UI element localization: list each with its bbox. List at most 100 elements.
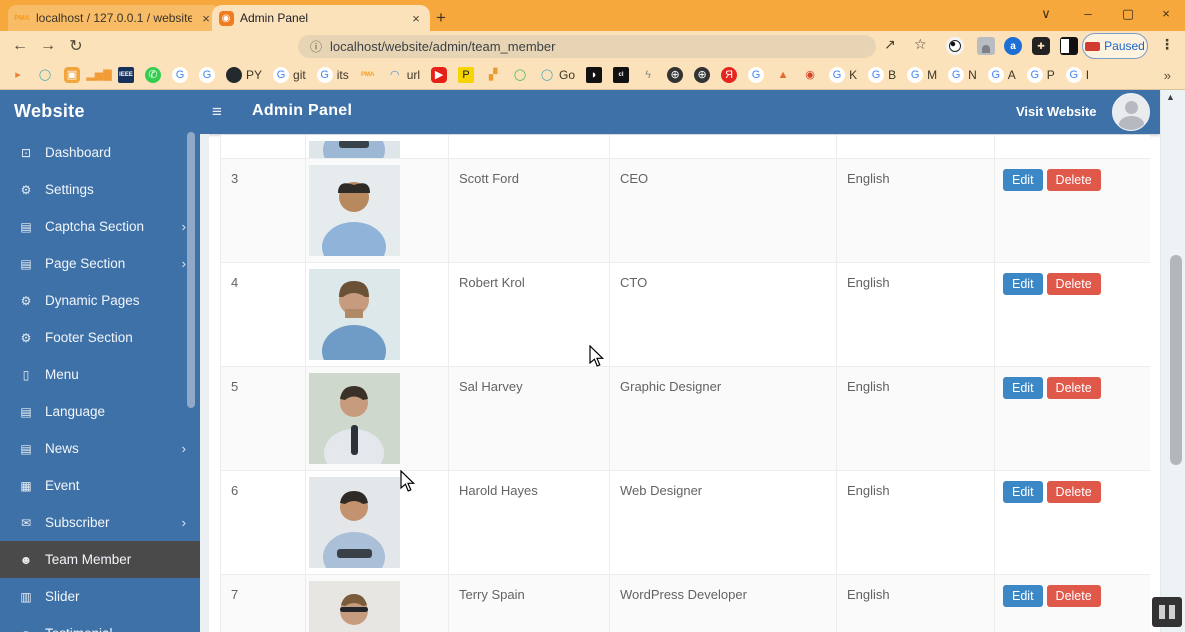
godaddy-icon[interactable]: ◯ Go bbox=[539, 67, 575, 83]
sidebar-item-slider[interactable]: ▥ Slider bbox=[0, 578, 200, 615]
bookmark-label: K bbox=[849, 68, 858, 82]
browser-menu-kebab-icon[interactable]: ⋮ bbox=[1160, 36, 1174, 53]
member-language: English bbox=[837, 159, 995, 262]
sidebar-item-dynamic-pages[interactable]: ⚙ Dynamic Pages bbox=[0, 282, 200, 319]
analytics-icon[interactable]: ▂▅▇ bbox=[86, 67, 111, 83]
member-photo bbox=[309, 141, 400, 158]
delete-button[interactable]: Delete bbox=[1046, 585, 1101, 607]
sidebar-item-event[interactable]: ▦ Event bbox=[0, 467, 200, 504]
sidebar-item-footer-section[interactable]: ⚙ Footer Section bbox=[0, 319, 200, 356]
google-icon[interactable]: GA bbox=[987, 67, 1016, 83]
google-icon[interactable]: GB bbox=[868, 67, 896, 83]
swirl-icon[interactable]: ◯ bbox=[37, 67, 53, 83]
extensions-puzzle-icon[interactable]: ✚ bbox=[1032, 37, 1050, 55]
edit-button[interactable]: Edit bbox=[1003, 273, 1043, 295]
yandex-icon[interactable]: Я bbox=[721, 67, 738, 83]
scroll-up-arrow-icon[interactable]: ▲ bbox=[1166, 92, 1175, 102]
google-icon[interactable]: GN bbox=[948, 67, 977, 83]
sidebar-item-language[interactable]: ▤ Language bbox=[0, 393, 200, 430]
sidebar-item-captcha-section[interactable]: ▤ Captcha Section › bbox=[0, 208, 200, 245]
google-icon[interactable]: GP bbox=[1026, 67, 1055, 83]
delete-button[interactable]: Delete bbox=[1046, 481, 1101, 503]
eye-icon[interactable]: ◉ bbox=[802, 67, 818, 83]
sidebar-item-dashboard[interactable]: ⊡ Dashboard bbox=[0, 134, 200, 171]
ring-icon[interactable]: ◯ bbox=[512, 67, 528, 83]
globe-icon[interactable]: ⊕ bbox=[694, 67, 711, 83]
window-chevron-icon[interactable]: ∨ bbox=[1036, 6, 1056, 22]
person-extension-icon[interactable] bbox=[977, 37, 995, 55]
member-name: Robert Krol bbox=[449, 263, 610, 366]
window-restore-icon[interactable]: ▢ bbox=[1118, 6, 1138, 22]
edit-button[interactable]: Edit bbox=[1003, 169, 1043, 191]
visit-website-link[interactable]: Visit Website bbox=[1016, 104, 1096, 119]
delete-button[interactable]: Delete bbox=[1046, 169, 1101, 191]
sidebar-scrollbar[interactable] bbox=[187, 132, 195, 408]
phpmyadmin-icon[interactable]: PMA bbox=[360, 67, 376, 83]
figure-icon[interactable]: ϟ bbox=[640, 67, 656, 83]
member-name: Terry Spain bbox=[449, 575, 610, 632]
hamburger-menu-icon[interactable]: ≡ bbox=[212, 102, 222, 122]
sidebar-item-testimonial[interactable]: ☺ Testimonial bbox=[0, 615, 200, 632]
p-icon[interactable]: P bbox=[458, 67, 475, 83]
address-bar[interactable]: ⓘ localhost/website/admin/team_member bbox=[298, 35, 876, 58]
content-gutter bbox=[200, 134, 209, 632]
google-icon[interactable]: Ggit bbox=[273, 67, 306, 83]
craigslist-icon[interactable]: cl bbox=[613, 67, 630, 83]
youtube-icon: ▶ bbox=[431, 67, 448, 83]
globe-icon[interactable]: ⊕ bbox=[667, 67, 684, 83]
paused-extension-button[interactable]: Paused bbox=[1082, 33, 1148, 59]
movie-camera-icon[interactable]: ▞ bbox=[485, 67, 501, 83]
matlab-icon[interactable]: ▲ bbox=[775, 67, 791, 83]
users-icon: ☻ bbox=[19, 552, 33, 567]
camera-icon[interactable]: ▣ bbox=[64, 67, 80, 83]
bird-icon[interactable]: ◗ bbox=[586, 67, 603, 83]
a-extension-icon[interactable]: a bbox=[1004, 37, 1022, 55]
bookmarks-bar: ▸ ◯ ▣ ▂▅▇ IEEE ✆ G G PY Ggit Gits PMA ◠ url ▶ P ▞ ◯ ◯ Go ◗ cl… bbox=[0, 61, 1185, 89]
profile-icon[interactable] bbox=[1060, 37, 1078, 55]
forward-icon[interactable]: → bbox=[34, 37, 62, 55]
youtube-icon[interactable]: ▶ bbox=[431, 67, 448, 83]
sidebar-item-menu[interactable]: ▯ Menu bbox=[0, 356, 200, 393]
edit-button[interactable]: Edit bbox=[1003, 585, 1043, 607]
page-scrollbar-thumb[interactable] bbox=[1170, 255, 1182, 465]
tab-phpmyadmin[interactable]: PMA localhost / 127.0.0.1 / website / t … bbox=[8, 5, 220, 31]
whatsapp-icon[interactable]: ✆ bbox=[145, 67, 161, 83]
delete-button[interactable]: Delete bbox=[1046, 273, 1101, 295]
google-icon[interactable]: G bbox=[748, 67, 765, 83]
sidebar-item-team-member[interactable]: ☻ Team Member bbox=[0, 541, 200, 578]
site-info-icon[interactable]: ⓘ bbox=[310, 38, 322, 55]
tab-admin-panel[interactable]: ◉ Admin Panel × bbox=[212, 5, 430, 31]
edit-button[interactable]: Edit bbox=[1003, 377, 1043, 399]
new-tab-button[interactable]: + bbox=[436, 8, 446, 28]
google-icon[interactable]: G bbox=[172, 67, 188, 83]
window-minimize-icon[interactable]: – bbox=[1078, 6, 1098, 21]
delete-button[interactable]: Delete bbox=[1046, 377, 1101, 399]
sidebar-item-label: Dashboard bbox=[45, 145, 112, 160]
sidebar-item-news[interactable]: ▤ News › bbox=[0, 430, 200, 467]
google-icon[interactable]: G bbox=[199, 67, 215, 83]
github-icon[interactable]: PY bbox=[226, 67, 262, 83]
window-close-icon[interactable]: × bbox=[1156, 6, 1176, 21]
close-tab-icon[interactable]: × bbox=[408, 11, 424, 26]
google-icon[interactable]: GK bbox=[829, 67, 857, 83]
google-icon[interactable]: GI bbox=[1065, 67, 1089, 83]
sidebar-item-page-section[interactable]: ▤ Page Section › bbox=[0, 245, 200, 282]
back-icon[interactable]: ← bbox=[6, 37, 34, 55]
panda-extension-icon[interactable] bbox=[946, 37, 964, 55]
pause-overlay-button[interactable] bbox=[1152, 597, 1182, 627]
share-icon[interactable]: ↗ bbox=[884, 36, 896, 53]
sidebar-item-subscriber[interactable]: ✉ Subscriber › bbox=[0, 504, 200, 541]
google-icon[interactable]: GM bbox=[907, 67, 937, 83]
google-icon[interactable]: Gits bbox=[316, 67, 349, 83]
edit-button[interactable]: Edit bbox=[1003, 481, 1043, 503]
google-icon: G bbox=[1065, 67, 1082, 83]
bookmarks-overflow-icon[interactable]: » bbox=[1164, 68, 1171, 83]
reload-icon[interactable]: ↻ bbox=[62, 36, 90, 56]
row-number: 7 bbox=[221, 575, 306, 632]
wifi-icon[interactable]: ◠ url bbox=[387, 67, 420, 83]
sidebar-item-settings[interactable]: ⚙ Settings bbox=[0, 171, 200, 208]
bookmark-star-icon[interactable]: ☆ bbox=[914, 36, 927, 53]
pointer-icon[interactable]: ▸ bbox=[10, 67, 26, 83]
user-avatar[interactable] bbox=[1112, 93, 1150, 131]
ieee-icon[interactable]: IEEE bbox=[118, 67, 134, 83]
